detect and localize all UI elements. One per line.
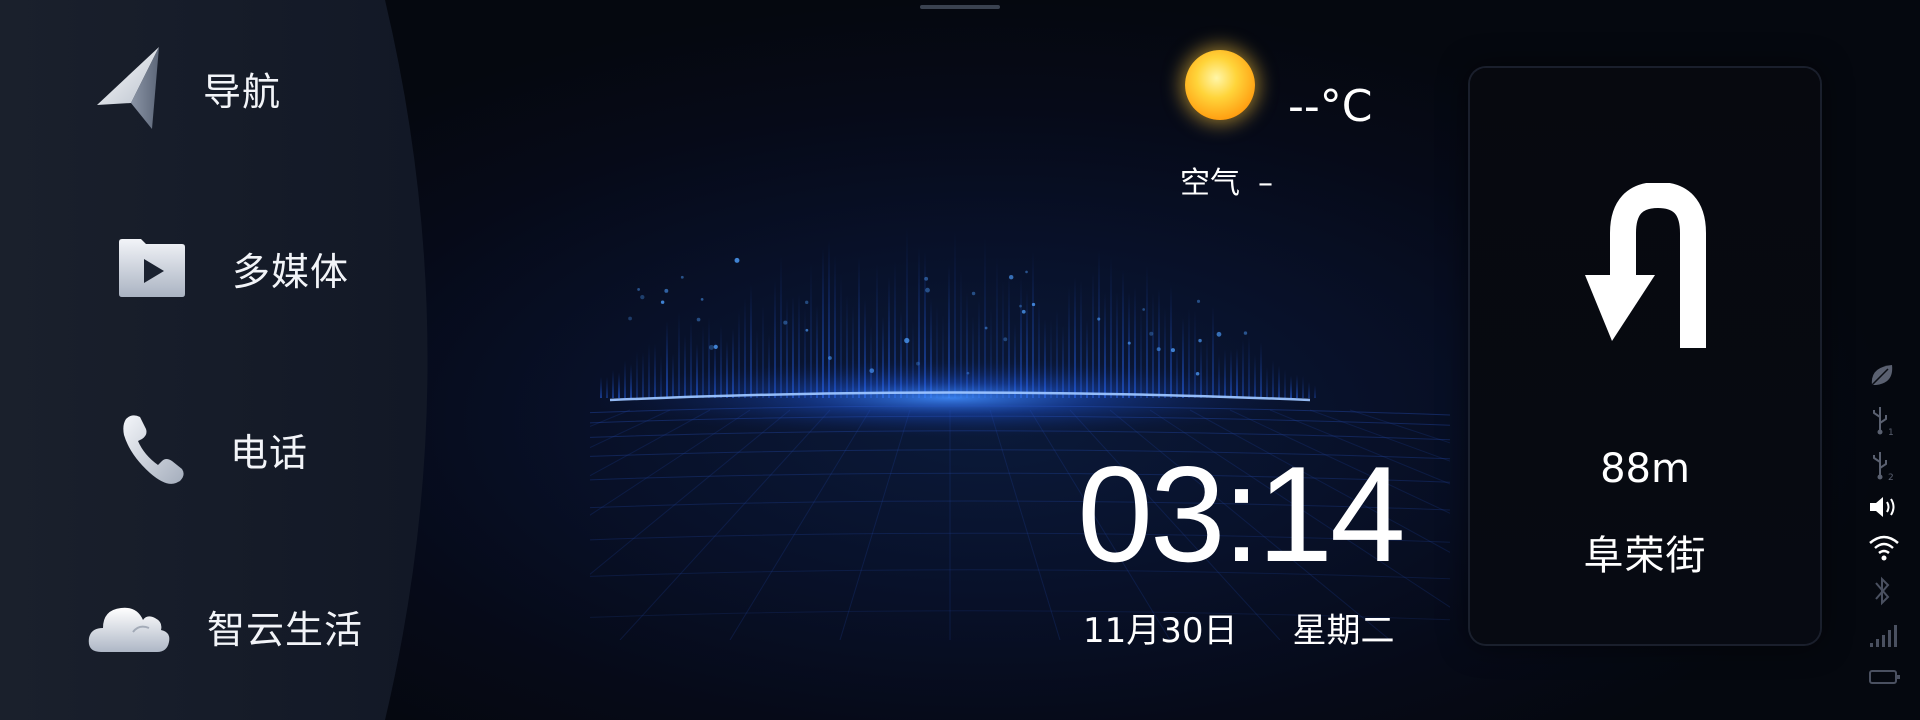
air-quality-value: – [1258, 166, 1273, 201]
navigation-guidance-card[interactable]: 88m 阜荣街 [1470, 68, 1820, 644]
app-menu-panel: 导航 多媒体 电话 智云生活 [0, 0, 445, 720]
usb-1-icon: 1 [1873, 407, 1894, 437]
glow-particle [1127, 341, 1131, 345]
glow-particle [708, 344, 714, 350]
glow-particle [805, 328, 809, 332]
date-row: 11月30日 星期二 [1083, 603, 1395, 652]
menu-label-phone: 电话 [230, 430, 309, 475]
phone-handset-icon [123, 415, 184, 484]
glow-particle [1031, 302, 1036, 307]
media-folder-play-icon [119, 239, 185, 297]
status-bar: 1 2 [1860, 355, 1904, 695]
glow-particle [1019, 304, 1022, 308]
floor-grid-line [619, 409, 831, 640]
pull-down-handle[interactable] [920, 5, 1000, 9]
glow-particle [713, 344, 718, 349]
menu-label-navigation: 导航 [203, 69, 282, 114]
glow-particle [1021, 309, 1026, 314]
glow-particle [1196, 299, 1201, 303]
glow-particle [1156, 347, 1161, 352]
floor-grid-line [989, 409, 1061, 640]
glow-particle [925, 287, 930, 293]
glow-particle [1243, 331, 1248, 335]
home-screen: 导航 多媒体 电话 智云生活 --°C 空气 – 03:14 11月30日 星期… [0, 0, 1920, 720]
glow-particle [1003, 337, 1008, 342]
glow-particle [1170, 348, 1176, 353]
svg-text:2: 2 [1888, 473, 1894, 482]
glow-particle [734, 257, 740, 263]
menu-label-media: 多媒体 [232, 249, 350, 294]
date-text: 11月30日 [1083, 611, 1238, 651]
temperature-text: --°C [1288, 81, 1373, 132]
floor-grid-line [590, 409, 671, 449]
distance-to-turn: 88m [1600, 446, 1690, 492]
glow-particle [680, 275, 684, 279]
glow-particle [1097, 317, 1101, 321]
navigation-arrow-icon [97, 47, 159, 129]
glow-particle [1008, 274, 1014, 280]
glow-particle [640, 295, 645, 300]
bluetooth-icon [1875, 576, 1890, 606]
glow-particle [904, 337, 910, 344]
street-name: 阜荣街 [1583, 533, 1707, 579]
wifi-icon [1869, 535, 1899, 561]
menu-label-smart-life: 智云生活 [207, 607, 364, 652]
glow-particle [660, 300, 665, 304]
floor-grid-line [729, 409, 871, 640]
glow-particle [971, 291, 976, 296]
clock-time-text: 03:14 [1077, 438, 1405, 590]
svg-text:1: 1 [1888, 428, 1894, 437]
clock-time: 03:14 [1075, 446, 1405, 583]
menu-item-smart-life[interactable]: 智云生活 [87, 598, 363, 654]
menu-item-phone[interactable]: 电话 [120, 413, 308, 485]
glow-particle [1142, 308, 1146, 311]
glow-particle [828, 356, 832, 360]
air-quality-row: 空气 – [1180, 158, 1273, 202]
menu-item-media[interactable]: 多媒体 [117, 238, 349, 298]
glow-particle [1216, 331, 1222, 337]
menu-item-navigation[interactable]: 导航 [95, 45, 281, 131]
signal-icon [1870, 625, 1897, 647]
glow-particle [700, 298, 704, 301]
glow-particle [783, 320, 788, 325]
leaf-icon [1871, 365, 1893, 386]
glow-particle [664, 288, 669, 293]
floor-grid-line [590, 409, 751, 516]
glow-particle [924, 276, 929, 281]
glow-particle [1025, 270, 1028, 274]
cloud-icon [88, 607, 170, 652]
glow-particle [637, 288, 640, 291]
usb-2-icon: 2 [1873, 452, 1894, 482]
air-quality-label: 空气 [1180, 166, 1240, 201]
weekday-text: 星期二 [1292, 611, 1395, 651]
glow-particle [805, 300, 809, 305]
sun-icon [1185, 50, 1255, 120]
battery-icon [1869, 670, 1900, 684]
glow-particle [1198, 338, 1202, 343]
eq-bar [1314, 385, 1316, 398]
floor-grid-line [590, 409, 791, 575]
glow-particle [696, 317, 701, 322]
volume-icon [1870, 497, 1895, 517]
glow-particle [628, 316, 632, 321]
glow-particle [1149, 331, 1154, 336]
glow-particle [984, 326, 988, 330]
floor-grid-line [839, 409, 911, 640]
weather-widget[interactable]: --°C 空气 – [1180, 45, 1380, 205]
u-turn-icon [1585, 183, 1706, 348]
